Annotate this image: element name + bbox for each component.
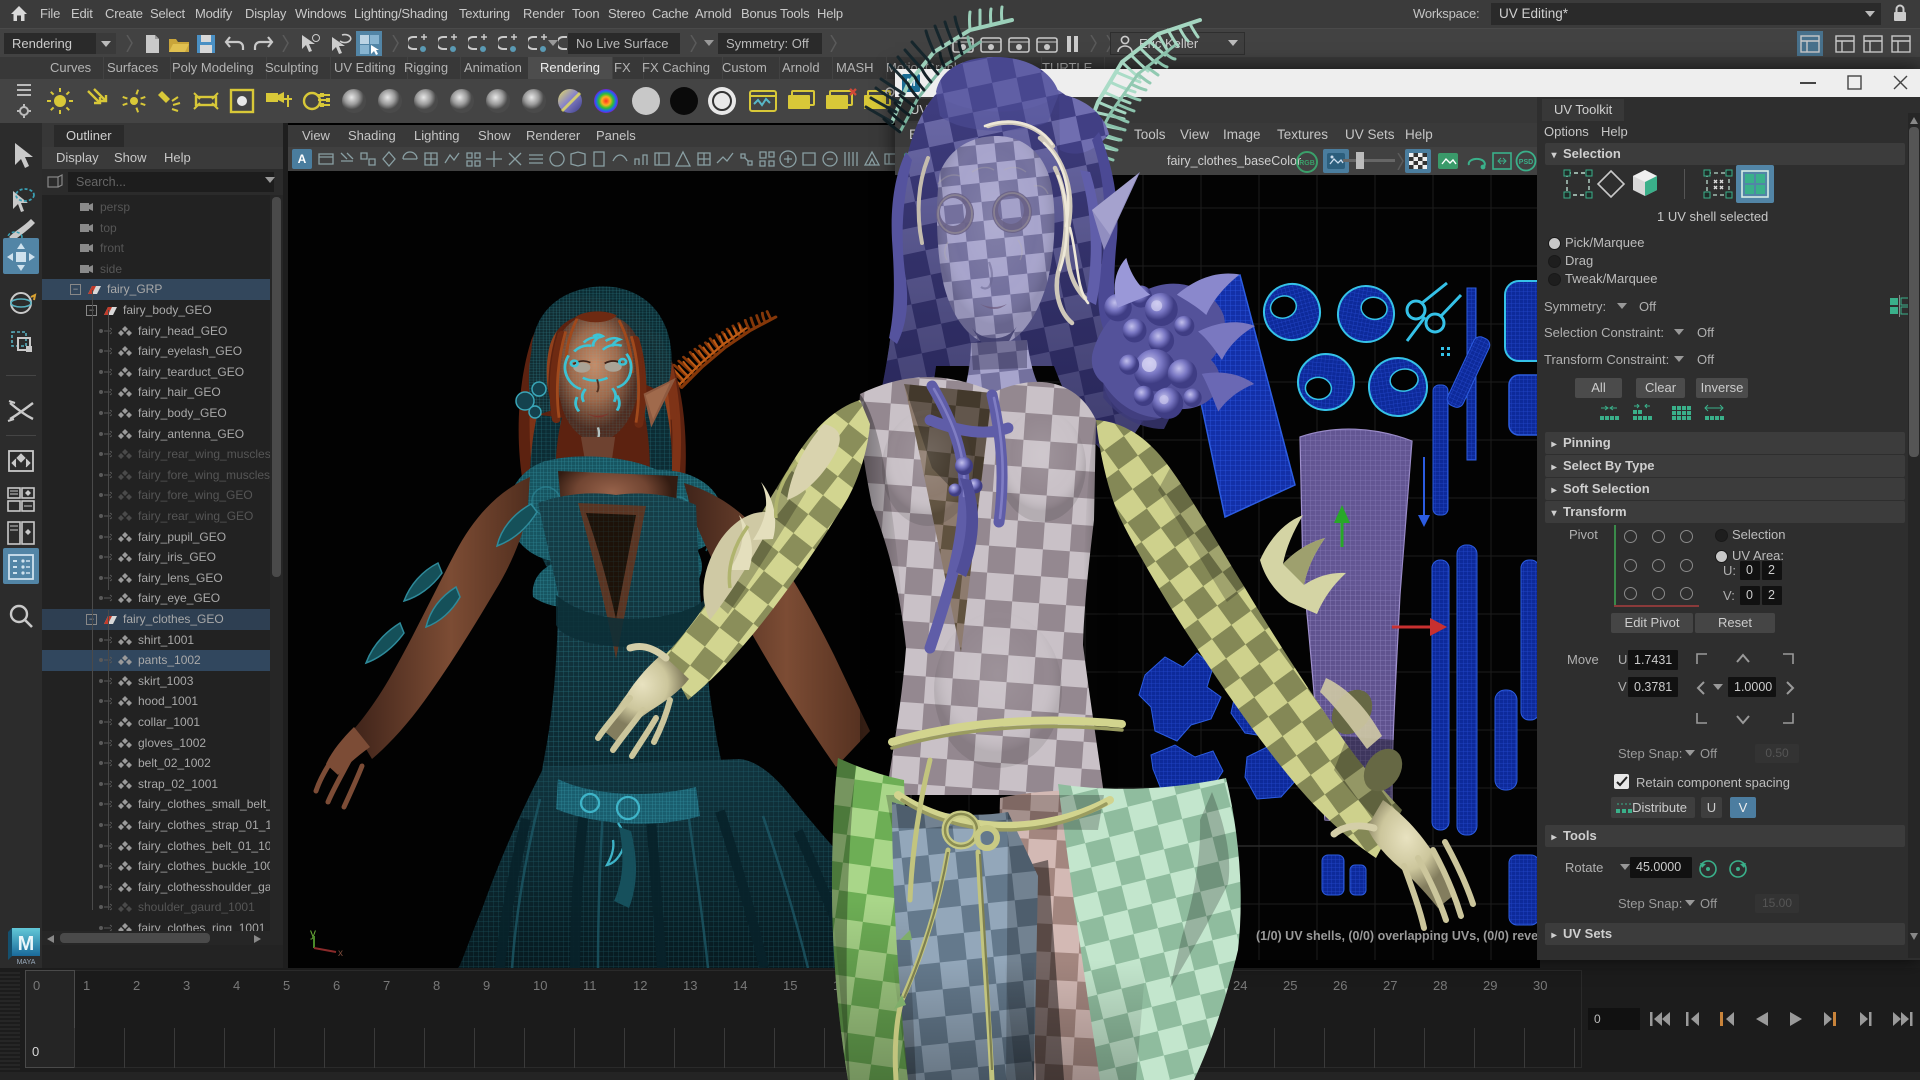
svg-text:M: M bbox=[18, 933, 35, 955]
svg-text:MAYA: MAYA bbox=[17, 959, 36, 966]
svg-text:x: x bbox=[338, 948, 343, 959]
svg-text:RGB: RGB bbox=[1299, 160, 1315, 167]
svg-text:PSD: PSD bbox=[1519, 159, 1533, 166]
